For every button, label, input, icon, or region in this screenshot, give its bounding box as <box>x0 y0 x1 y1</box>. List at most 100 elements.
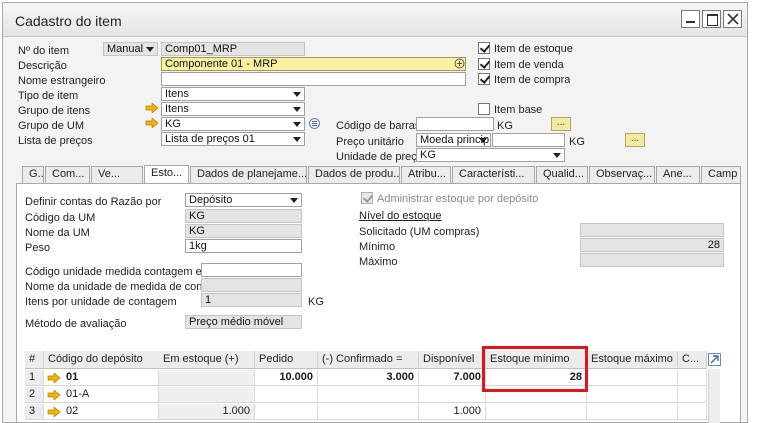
item-type-value: Itens <box>165 88 189 100</box>
warehouse-code-cell[interactable]: 02 <box>44 404 159 420</box>
table-scrollbar[interactable] <box>708 369 720 423</box>
available-cell: 1.000 <box>419 404 486 420</box>
warehouse-code-cell[interactable]: 01 <box>44 370 159 386</box>
purchase-item-checkbox[interactable] <box>478 73 490 85</box>
link-arrow-icon[interactable] <box>145 103 159 113</box>
col-header-c[interactable]: C... <box>678 351 707 369</box>
tab-properties[interactable]: Atribu... <box>401 166 451 183</box>
maximize-button[interactable] <box>702 10 721 28</box>
tab-characteristics[interactable]: Característi... <box>452 166 535 183</box>
expand-icon[interactable] <box>708 353 721 366</box>
barcode-field[interactable] <box>416 117 494 131</box>
items-per-count-field[interactable]: 1 <box>201 293 302 307</box>
description-label: Descrição <box>18 60 67 72</box>
item-no-series-select[interactable]: Manual <box>103 42 158 56</box>
currency-select[interactable]: Moeda princip <box>416 133 491 147</box>
minimize-button[interactable] <box>681 10 700 28</box>
price-browse-button[interactable]: ... <box>625 133 645 147</box>
uom-group-label: Grupo de UM <box>18 120 85 132</box>
min-stock-cell[interactable] <box>486 404 587 420</box>
uom-code-field[interactable]: KG <box>185 209 302 223</box>
max-stock-cell[interactable] <box>587 387 678 403</box>
ordered-cell: 10.000 <box>255 370 318 386</box>
sales-item-checkbox[interactable] <box>478 58 490 70</box>
item-group-label: Grupo de itens <box>18 105 91 117</box>
count-uom-code-field[interactable] <box>201 263 302 277</box>
tab-general[interactable]: G... <box>22 166 44 183</box>
barcode-browse-button[interactable]: ... <box>551 117 571 131</box>
required-label: Solicitado (UM compras) <box>359 226 480 238</box>
close-button[interactable] <box>723 10 742 28</box>
c-cell[interactable] <box>678 387 707 403</box>
item-no-field[interactable]: Comp01_MRP <box>161 42 305 56</box>
maximum-field[interactable] <box>580 253 724 267</box>
col-header-row-number[interactable]: # <box>25 351 44 369</box>
c-cell[interactable] <box>678 370 707 386</box>
col-header-available[interactable]: Disponível <box>419 351 486 369</box>
link-arrow-icon[interactable] <box>47 407 61 417</box>
required-field[interactable] <box>580 223 724 237</box>
item-group-select[interactable]: Itens <box>161 102 305 116</box>
minimum-field[interactable]: 28 <box>580 238 724 252</box>
tab-user-fields[interactable]: Camp <box>701 166 741 183</box>
count-uom-name-label: Nome da unidade de medida de contag <box>25 281 201 293</box>
committed-cell: 3.000 <box>318 370 419 386</box>
col-header-in-stock[interactable]: Em estoque (+) <box>159 351 255 369</box>
stock-level-title: Nível do estoque <box>359 210 442 222</box>
foreign-name-field[interactable] <box>161 72 466 86</box>
link-arrow-icon[interactable] <box>47 390 61 400</box>
tab-planning[interactable]: Dados de planejame... <box>190 166 307 183</box>
col-header-max-stock[interactable]: Estoque máximo <box>587 351 678 369</box>
items-per-count-uom: KG <box>308 296 324 308</box>
link-arrow-icon[interactable] <box>145 118 159 128</box>
tab-inventory[interactable]: Esto... <box>144 165 189 183</box>
minimum-label: Mínimo <box>359 241 396 253</box>
inventory-item-checkbox[interactable] <box>478 42 490 54</box>
foreign-name-label: Nome estrangeiro <box>18 75 106 87</box>
min-stock-highlight <box>482 346 588 392</box>
tab-sales[interactable]: Ve... <box>91 166 143 183</box>
weight-label: Peso <box>25 242 51 254</box>
gl-accounts-label: Definir contas do Razão por <box>25 196 162 208</box>
uom-name-field[interactable]: KG <box>185 224 302 238</box>
price-unit-value: KG <box>420 149 436 161</box>
price-unit-select[interactable]: KG <box>416 148 565 162</box>
price-list-select[interactable]: Lista de preços 01 <box>161 132 305 146</box>
max-stock-cell[interactable] <box>587 404 678 420</box>
in-stock-cell: 1.000 <box>159 404 255 420</box>
col-header-ordered[interactable]: Pedido <box>255 351 318 369</box>
fixed-asset-checkbox[interactable] <box>478 103 490 115</box>
gl-accounts-value: Depósito <box>189 194 233 206</box>
manage-by-warehouse-checkbox[interactable] <box>361 192 373 204</box>
list-icon[interactable] <box>309 118 320 129</box>
sales-item-label: Item de venda <box>494 59 564 71</box>
currency-value: Moeda princip <box>420 134 490 146</box>
col-header-committed[interactable]: (-) Confirmado = <box>318 351 419 369</box>
max-stock-cell[interactable] <box>587 370 678 386</box>
warehouse-code-cell[interactable]: 01-A <box>44 387 159 403</box>
available-cell <box>419 387 486 403</box>
weight-field[interactable]: 1kg <box>185 239 302 253</box>
c-cell[interactable] <box>678 404 707 420</box>
description-field[interactable]: Componente 01 - MRP <box>161 57 466 71</box>
item-type-label: Tipo de item <box>18 90 79 102</box>
unit-price-field[interactable] <box>492 133 565 147</box>
uom-group-select[interactable]: KG <box>161 117 305 131</box>
valuation-field[interactable]: Preço médio móvel <box>185 315 302 329</box>
committed-cell <box>318 404 419 420</box>
tab-quality[interactable]: Qualid... <box>536 166 588 183</box>
tab-attachments[interactable]: Ane... <box>656 166 700 183</box>
count-uom-name-field[interactable] <box>201 278 302 292</box>
tab-production[interactable]: Dados de produ... <box>308 166 400 183</box>
tab-purchasing[interactable]: Com... <box>45 166 90 183</box>
link-arrow-icon[interactable] <box>47 373 61 383</box>
translate-icon[interactable] <box>454 58 465 69</box>
valuation-label: Método de avaliação <box>25 318 127 330</box>
tab-remarks[interactable]: Observaç... <box>589 166 655 183</box>
ordered-cell <box>255 387 318 403</box>
in-stock-cell <box>159 387 255 403</box>
gl-accounts-select[interactable]: Depósito <box>185 193 302 207</box>
item-type-select[interactable]: Itens <box>161 87 305 101</box>
description-value: Componente 01 - MRP <box>165 58 278 70</box>
price-unit-label: Unidade de preço <box>336 151 423 163</box>
